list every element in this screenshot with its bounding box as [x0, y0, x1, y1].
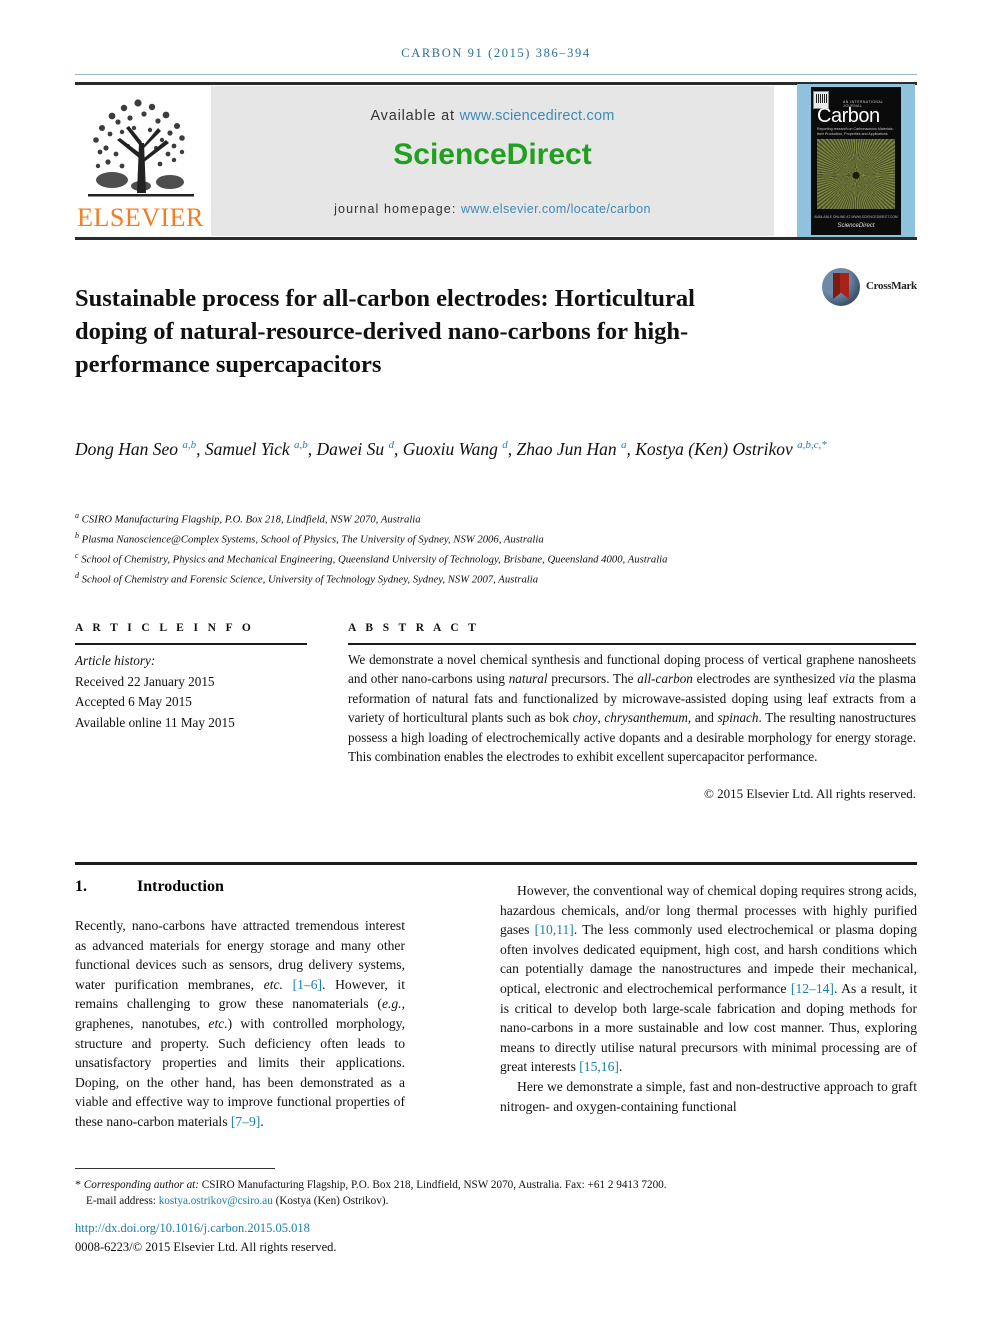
- abstract-copyright: © 2015 Elsevier Ltd. All rights reserved…: [703, 786, 916, 801]
- cover-journal-title: Carbon: [817, 105, 880, 127]
- elsevier-tree-icon: [88, 99, 194, 197]
- sciencedirect-link[interactable]: www.sciencedirect.com: [460, 108, 615, 124]
- email-note[interactable]: E-mail address: kostya.ostrikov@csiro.au…: [86, 1193, 388, 1209]
- author-list: Dong Han Seo a,b, Samuel Yick a,b, Dawei…: [75, 438, 827, 459]
- page-title: Sustainable process for all-carbon elect…: [75, 285, 695, 379]
- body-paragraph: However, the conventional way of chemica…: [500, 883, 917, 1075]
- affiliation-item: d School of Chemistry and Forensic Scien…: [75, 568, 915, 588]
- corresponding-author-text: Corresponding author at: CSIRO Manufactu…: [83, 1179, 667, 1191]
- body-paragraph: Here we demonstrate a simple, fast and n…: [500, 1078, 917, 1114]
- crossmark-bookmark-icon: [833, 273, 849, 299]
- body-top-rule: [75, 862, 917, 865]
- article-available-online-date: Available online 11 May 2015: [75, 714, 235, 730]
- doi-link[interactable]: http://dx.doi.org/10.1016/j.carbon.2015.…: [75, 1221, 310, 1236]
- running-head-rule: [75, 74, 917, 75]
- masthead-top-rule: [75, 82, 917, 85]
- cover-footer-small: AVAILABLE ONLINE AT WWW.SCIENCEDIRECT.CO…: [814, 215, 898, 219]
- affiliation-text: CSIRO Manufacturing Flagship, P.O. Box 2…: [81, 513, 421, 526]
- footnote-rule: [75, 1168, 275, 1169]
- masthead-bottom-rule: [75, 237, 917, 240]
- available-at-line: Available at www.sciencedirect.com: [211, 108, 774, 124]
- article-info-rule: [75, 643, 307, 645]
- elsevier-wordmark: ELSEVIER: [77, 203, 204, 232]
- journal-homepage-link[interactable]: www.elsevier.com/locate/carbon: [461, 202, 651, 216]
- abstract-heading: A B S T R A C T: [348, 622, 480, 634]
- affiliation-item: c School of Chemistry, Physics and Mecha…: [75, 548, 915, 568]
- affiliation-text: School of Chemistry and Forensic Science…: [81, 574, 539, 587]
- article-received-date: Received 22 January 2015: [75, 673, 215, 689]
- affiliation-list: a CSIRO Manufacturing Flagship, P.O. Box…: [75, 508, 915, 589]
- elsevier-logo: ELSEVIER: [77, 86, 204, 236]
- article-accepted-date: Accepted 6 May 2015: [75, 694, 192, 709]
- abstract-text: We demonstrate a novel chemical synthesi…: [348, 652, 916, 765]
- affiliation-text: Plasma Nanoscience@Complex Systems, Scho…: [81, 533, 544, 546]
- article-info-heading: A R T I C L E I N F O: [75, 622, 255, 634]
- cover-artwork: [817, 139, 895, 209]
- cover-footer-brand: ScienceDirect: [837, 223, 875, 229]
- journal-masthead: ELSEVIER Available at www.sciencedirect.…: [75, 82, 917, 240]
- journal-homepage-line: journal homepage: www.elsevier.com/locat…: [211, 202, 774, 216]
- affiliation-marker: b: [75, 531, 79, 541]
- affiliation-marker: d: [75, 571, 79, 581]
- affiliation-marker: c: [75, 551, 79, 561]
- article-history-label: Article history:: [75, 653, 156, 668]
- affiliation-item: b Plasma Nanoscience@Complex Systems, Sc…: [75, 528, 915, 548]
- running-head: CARBON 91 (2015) 386–394: [401, 46, 591, 60]
- article-history: Article history: Received 22 January 201…: [75, 651, 325, 733]
- crossmark-badge[interactable]: CrossMark: [822, 268, 918, 308]
- cover-subtitle: Reporting research on Carbonaceous Mater…: [817, 127, 894, 136]
- available-at-label: Available at: [370, 108, 455, 124]
- corresponding-author-note: * Corresponding author at: CSIRO Manufac…: [75, 1177, 667, 1191]
- crossmark-circle-icon: [822, 268, 860, 306]
- abstract-rule: [348, 643, 916, 645]
- sciencedirect-band: Available at www.sciencedirect.com Scien…: [211, 86, 774, 236]
- affiliation-text: School of Chemistry, Physics and Mechani…: [81, 553, 668, 566]
- cover-inner: AN INTERNATIONAL JOURNAL Carbon Reportin…: [811, 87, 901, 235]
- journal-cover-image: AN INTERNATIONAL JOURNAL Carbon Reportin…: [797, 84, 915, 238]
- journal-homepage-label: journal homepage:: [334, 202, 457, 216]
- crossmark-label: CrossMark: [866, 280, 917, 292]
- sciencedirect-wordmark: ScienceDirect: [393, 138, 592, 171]
- section-title: Introduction: [137, 878, 224, 895]
- affiliation-marker: a: [75, 511, 79, 520]
- body-column-left: Recently, nano-carbons have attracted tr…: [75, 916, 405, 1132]
- section-number: 1.: [75, 878, 87, 895]
- footnote-block: * Corresponding author at: CSIRO Manufac…: [75, 1176, 920, 1209]
- affiliation-item: a CSIRO Manufacturing Flagship, P.O. Box…: [75, 508, 915, 528]
- issn-copyright: 0008-6223/© 2015 Elsevier Ltd. All right…: [75, 1240, 337, 1254]
- body-paragraph: Recently, nano-carbons have attracted tr…: [75, 918, 405, 1129]
- journal-article-page: CARBON 91 (2015) 386–394 ELSEVIER Availa…: [0, 0, 992, 1323]
- body-column-right: However, the conventional way of chemica…: [500, 881, 917, 1116]
